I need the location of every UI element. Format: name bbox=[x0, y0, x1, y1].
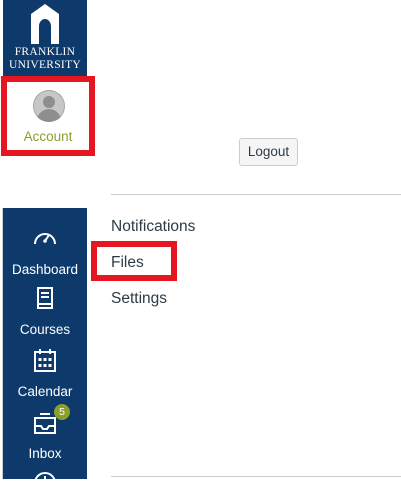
nav-label-inbox: Inbox bbox=[28, 446, 62, 461]
nav-item-dashboard[interactable]: Dashboard bbox=[3, 226, 87, 284]
avatar bbox=[33, 90, 65, 122]
logo-text-line2: UNIVERSITY bbox=[9, 59, 81, 71]
university-logo[interactable]: FRANKLIN UNIVERSITY bbox=[3, 0, 87, 76]
divider bbox=[111, 476, 401, 477]
nav-item-inbox[interactable]: 5 Inbox bbox=[3, 404, 87, 468]
settings-link[interactable]: Settings bbox=[111, 290, 167, 308]
account-nav-item[interactable]: Account bbox=[1, 76, 95, 156]
notifications-link[interactable]: Notifications bbox=[111, 218, 195, 236]
account-label: Account bbox=[23, 129, 73, 144]
nav-label-courses: Courses bbox=[19, 322, 71, 337]
nav-label-calendar: Calendar bbox=[17, 384, 73, 399]
divider bbox=[111, 194, 401, 195]
history-icon[interactable] bbox=[32, 470, 58, 482]
inbox-unread-badge: 5 bbox=[54, 404, 70, 420]
university-crest-icon bbox=[31, 4, 59, 44]
dashboard-icon bbox=[34, 233, 56, 245]
logo-text-line1: FRANKLIN bbox=[14, 46, 76, 58]
nav-item-courses[interactable]: Courses bbox=[3, 286, 87, 344]
logout-button[interactable]: Logout bbox=[239, 138, 298, 166]
courses-icon bbox=[37, 287, 53, 309]
nav-item-calendar[interactable]: Calendar bbox=[3, 348, 87, 406]
files-highlight bbox=[91, 241, 177, 281]
nav-label-dashboard: Dashboard bbox=[11, 262, 79, 277]
global-nav: Dashboard Courses Calendar 5 Inbox bbox=[3, 208, 87, 482]
calendar-icon bbox=[34, 349, 56, 372]
